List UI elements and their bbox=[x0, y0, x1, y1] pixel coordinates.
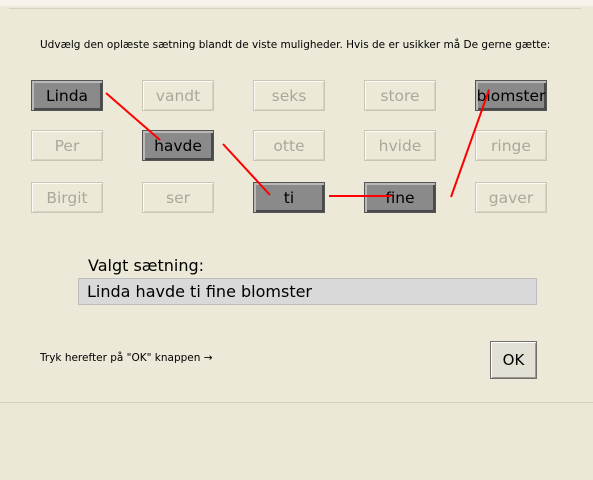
word-button-vandt[interactable]: vandt bbox=[142, 80, 214, 111]
word-button-hvide[interactable]: hvide bbox=[364, 130, 436, 161]
word-button-linda[interactable]: Linda bbox=[31, 80, 103, 111]
instruction-text: Udvælg den oplæste sætning blandt de vis… bbox=[40, 39, 551, 51]
window-top-strip bbox=[0, 0, 593, 6]
word-button-per[interactable]: Per bbox=[31, 130, 103, 161]
footer-area bbox=[0, 403, 593, 480]
word-button-gaver[interactable]: gaver bbox=[475, 182, 547, 213]
chosen-sentence-field: Linda havde ti fine blomster bbox=[78, 278, 537, 305]
chosen-sentence-label: Valgt sætning: bbox=[88, 256, 205, 275]
word-button-havde[interactable]: havde bbox=[142, 130, 214, 161]
ok-hint-text: Tryk herefter på "OK" knappen → bbox=[40, 352, 213, 364]
word-button-store[interactable]: store bbox=[364, 80, 436, 111]
ok-button[interactable]: OK bbox=[490, 341, 537, 379]
word-button-ringe[interactable]: ringe bbox=[475, 130, 547, 161]
word-button-fine[interactable]: fine bbox=[364, 182, 436, 213]
word-button-ti[interactable]: ti bbox=[253, 182, 325, 213]
word-button-otte[interactable]: otte bbox=[253, 130, 325, 161]
word-button-ser[interactable]: ser bbox=[142, 182, 214, 213]
word-button-seks[interactable]: seks bbox=[253, 80, 325, 111]
word-button-blomster[interactable]: blomster bbox=[475, 80, 547, 111]
word-button-birgit[interactable]: Birgit bbox=[31, 182, 103, 213]
